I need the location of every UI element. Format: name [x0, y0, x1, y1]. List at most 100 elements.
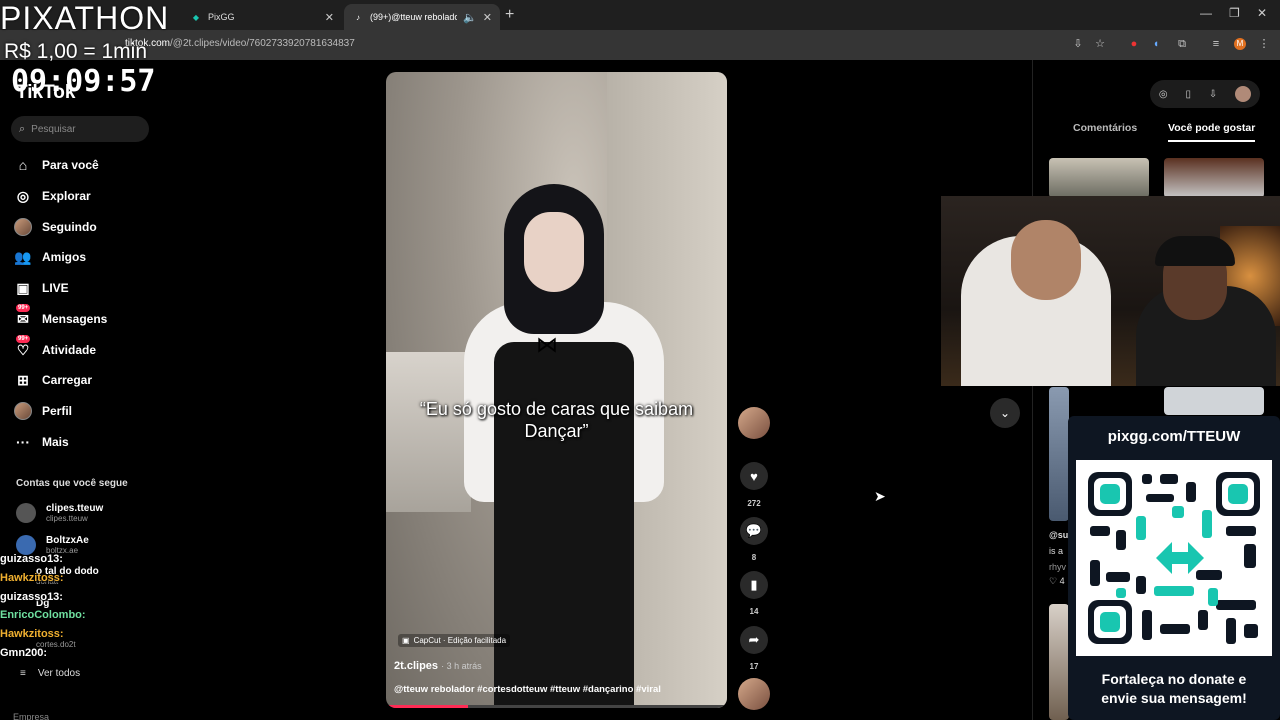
home-icon: ⌂	[18, 157, 28, 173]
close-window-icon[interactable]: ✕	[1257, 6, 1267, 20]
profile-avatar-icon[interactable]: M	[1234, 38, 1246, 50]
download-icon[interactable]: ⇩	[1209, 89, 1217, 100]
comment-count: 8	[751, 553, 757, 562]
capcut-tag[interactable]: ▣ CapCut · Edição facilitada	[398, 634, 511, 647]
save-count: 14	[749, 607, 759, 616]
bookmark-star-icon[interactable]: ☆	[1094, 38, 1106, 50]
video-progress-bar[interactable]	[386, 705, 727, 708]
like-count: 272	[747, 499, 761, 508]
install-icon[interactable]: ⇩	[1072, 38, 1084, 50]
tab-tiktok[interactable]: ♪ (99+)@tteuw rebolador #c 🔈 ✕	[344, 4, 500, 30]
address-bar[interactable]: tiktok.com/@2t.clipes/video/760273392078…	[0, 30, 1280, 60]
tab-you-may-like[interactable]: Você pode gostar	[1168, 122, 1256, 142]
audio-icon[interactable]: 🔈	[463, 11, 477, 24]
extension-audio-icon[interactable]: ◖	[1150, 38, 1162, 50]
video-player[interactable]: ⋈ “Eu só gosto de caras que saibam Dança…	[386, 72, 727, 708]
video-description: @tteuw rebolador #cortesdotteuw #tteuw #…	[394, 684, 661, 695]
phone-icon[interactable]: ▯	[1185, 89, 1191, 100]
sidebar-item-label: Mensagens	[42, 312, 108, 326]
browser-tab-bar: ◆ PixGG ✕ ♪ (99+)@tteuw rebolador #c 🔈 ✕…	[0, 0, 1280, 30]
suggested-video-thumbnail[interactable]	[1049, 158, 1149, 198]
suggested-desc: is a	[1049, 546, 1064, 556]
new-tab-icon[interactable]: +	[505, 6, 514, 24]
like-button[interactable]: ♥	[740, 462, 768, 490]
next-video-button[interactable]: ⌄	[990, 398, 1020, 428]
suggested-video-thumbnail[interactable]	[1164, 158, 1264, 198]
following-account[interactable]: BoltzxAe boltzx.ae	[16, 535, 89, 555]
share-button[interactable]: ➦	[740, 626, 768, 654]
pixgg-favicon-icon: ◆	[192, 12, 200, 22]
sidebar-item-amigos[interactable]: 👥 Amigos	[14, 245, 86, 269]
save-button[interactable]: ▮	[740, 571, 768, 599]
restore-icon[interactable]: ❐	[1229, 6, 1240, 20]
video-progress-fill	[386, 705, 468, 708]
donation-panel: pixgg.com/TTEUW Fortaleça no donate e en…	[1068, 416, 1280, 720]
pixathon-brand: PIXATHON	[0, 0, 170, 36]
sidebar-item-mais[interactable]: ··· Mais	[14, 430, 69, 454]
chat-message: guizasso13:	[0, 553, 63, 565]
tab-pixgg[interactable]: ◆ PixGG ✕	[182, 4, 342, 30]
activity-icon: ♡ 99+	[16, 335, 31, 358]
sidebar-item-label: Para você	[42, 158, 99, 172]
list-icon: ≡	[20, 668, 26, 679]
panel-divider	[1032, 60, 1033, 720]
sidebar-item-label: Atividade	[42, 343, 97, 357]
video-person-face	[524, 212, 584, 292]
url-text[interactable]: tiktok.com/@2t.clipes/video/760273392078…	[125, 38, 355, 49]
sidebar-item-carregar[interactable]: ⊞ Carregar	[14, 368, 92, 392]
donation-qr-code[interactable]	[1076, 460, 1272, 656]
comment-button[interactable]: 💬	[740, 517, 768, 545]
company-link[interactable]: Empresa	[13, 712, 49, 720]
creator-avatar[interactable]	[738, 407, 770, 439]
webcam-person-left-head	[1011, 220, 1081, 300]
sidebar-item-live[interactable]: ▣ LIVE	[14, 276, 69, 300]
sidebar-item-label: Seguindo	[42, 220, 97, 234]
sidebar-item-seguindo[interactable]: Seguindo	[14, 215, 97, 239]
see-all-label: Ver todos	[37, 668, 81, 679]
sound-disc-avatar[interactable]	[738, 678, 770, 710]
menu-kebab-icon[interactable]: ⋮	[1258, 38, 1270, 50]
minimize-icon[interactable]: —	[1200, 6, 1212, 20]
sidebar-item-perfil[interactable]: Perfil	[14, 399, 72, 423]
upload-icon: ⊞	[17, 371, 29, 388]
video-caption: “Eu só gosto de caras que saibam Dançar”	[419, 399, 694, 441]
see-all-button[interactable]: ≡ Ver todos	[20, 668, 80, 679]
tab-title: (99+)@tteuw rebolador #c	[370, 12, 458, 22]
sidebar-item-mensagens[interactable]: ✉ 99+ Mensagens	[14, 304, 108, 331]
avatar	[14, 402, 32, 420]
sidebar-item-label: Perfil	[42, 404, 73, 418]
chevron-down-icon: ⌄	[999, 406, 1011, 420]
comment-icon: 💬	[745, 523, 763, 538]
search-input[interactable]: ⌕ Pesquisar	[11, 116, 149, 142]
suggested-video-thumbnail[interactable]	[1164, 387, 1264, 415]
close-tab-icon[interactable]: ✕	[325, 11, 334, 24]
sidebar-item-para-voce[interactable]: ⌂ Para você	[14, 153, 99, 177]
chat-message: guizasso13:	[0, 591, 63, 603]
chat-message: EnricoColombo:	[0, 609, 86, 621]
sidebar-item-explorar[interactable]: ◎ Explorar	[14, 184, 91, 208]
suggested-video-thumbnail[interactable]	[1049, 387, 1069, 521]
video-author[interactable]: 2t.clipes · 3 h atrás	[394, 660, 482, 672]
tab-comments[interactable]: Comentários	[1073, 122, 1137, 134]
search-icon: ⌕	[19, 122, 26, 135]
chat-message: Hawkzitoss:	[0, 572, 64, 584]
tiktok-logo[interactable]: TikTok	[16, 82, 75, 104]
media-control-icon[interactable]: ≡	[1210, 38, 1222, 50]
donation-url: pixgg.com/TTEUW	[1107, 428, 1241, 445]
sidebar-item-label: Carregar	[42, 373, 93, 387]
suggested-video-thumbnail[interactable]	[1049, 604, 1069, 720]
extensions-puzzle-icon[interactable]: ⧉	[1176, 38, 1188, 50]
close-tab-icon[interactable]: ✕	[483, 11, 492, 24]
more-icon: ···	[16, 434, 30, 450]
following-account[interactable]: clipes.tteuw clipes.tteuw	[16, 503, 103, 523]
chat-message: Hawkzitoss:	[0, 628, 64, 640]
suggested-author[interactable]: @su	[1049, 530, 1068, 540]
avatar[interactable]	[1235, 86, 1252, 102]
bookmark-icon: ▮	[750, 577, 758, 592]
extension-record-icon[interactable]: ●	[1128, 38, 1140, 50]
sidebar-item-label: LIVE	[42, 281, 69, 295]
donation-message: Fortaleça no donate e envie sua mensagem…	[1101, 671, 1247, 706]
sidebar-item-atividade[interactable]: ♡ 99+ Atividade	[14, 335, 97, 362]
sidebar-item-label: Explorar	[42, 189, 91, 203]
compass-icon[interactable]: ◎	[1159, 89, 1168, 100]
